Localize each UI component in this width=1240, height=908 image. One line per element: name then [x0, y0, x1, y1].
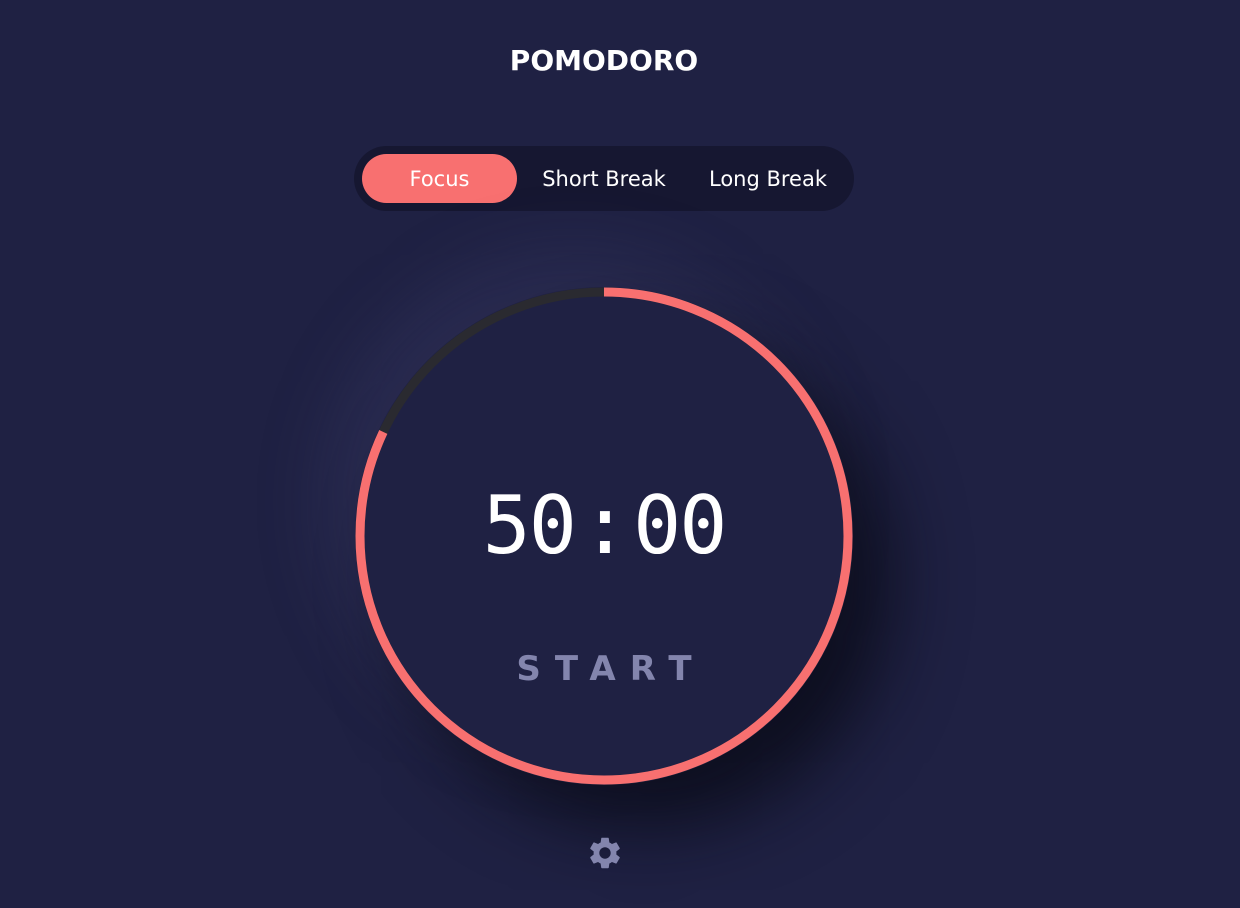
- tab-long-break[interactable]: Long Break: [690, 154, 846, 203]
- timer-seconds: 00: [633, 479, 727, 572]
- mode-switcher: Focus Short Break Long Break: [354, 146, 854, 211]
- app-title: POMODORO: [509, 44, 699, 77]
- tab-focus[interactable]: Focus: [362, 154, 517, 203]
- gear-icon: [590, 837, 620, 869]
- timer-dial: 50 : 00 START: [355, 287, 853, 785]
- timer-minutes: 50: [482, 479, 577, 572]
- pomodoro-app: POMODORO Focus Short Break Long Break 50…: [0, 0, 1240, 908]
- tab-short-break[interactable]: Short Break: [524, 154, 684, 203]
- start-button[interactable]: START: [355, 649, 853, 689]
- timer-display: 50 : 00: [355, 480, 853, 572]
- timer-separator: :: [580, 479, 629, 572]
- settings-button[interactable]: [586, 834, 624, 872]
